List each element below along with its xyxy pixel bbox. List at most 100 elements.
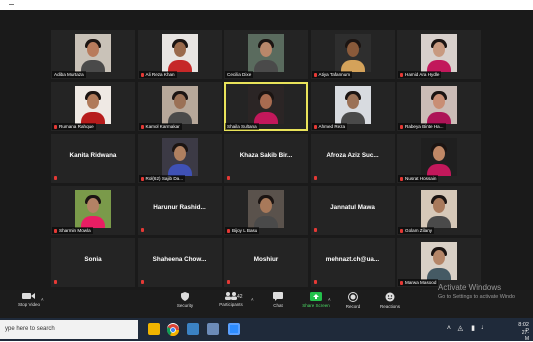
participant-name-caption: Ahmed Reza (311, 123, 348, 130)
participant-name: Kanita Ridwana (69, 152, 117, 159)
participant-name: Cecilia Dixe (227, 72, 252, 77)
participant-tile[interactable]: mehnazt.ch@ua... (310, 238, 395, 287)
chat-button[interactable]: Chat (268, 292, 288, 308)
taskbar-search-box[interactable]: ype here to search (0, 320, 138, 339)
muted-mic-icon (140, 228, 144, 232)
security-label: Security (176, 303, 194, 308)
participant-tile[interactable]: Ahmed Reza (310, 82, 395, 131)
participant-tile[interactable]: Harunur Rashid... (137, 186, 222, 235)
participant-tile[interactable]: Shaheena Chow... (137, 238, 222, 287)
participant-tile[interactable]: Nusrat Hossain (397, 134, 481, 183)
muted-mic-icon (54, 176, 57, 180)
app-icon[interactable] (207, 323, 219, 335)
participant-tile[interactable]: Kamol Karmakar (137, 82, 222, 131)
participant-tile[interactable]: Moshiur (224, 238, 308, 287)
participant-name: Marwa Masood (405, 280, 437, 285)
muted-mic-icon (227, 176, 230, 180)
muted-mic-icon (400, 228, 403, 233)
participant-video (161, 34, 198, 72)
participant-name: Jannatul Mawa (330, 204, 375, 211)
participant-face (433, 94, 445, 109)
battery-icon[interactable]: ▮ (471, 324, 475, 332)
clock-date[interactable]: 27-M (522, 330, 529, 342)
minimize-dash[interactable] (9, 4, 14, 5)
volume-icon[interactable]: ♩ (481, 324, 488, 331)
participant-tile[interactable]: Ali Reza Khan (137, 30, 222, 79)
participant-tile[interactable]: Sharmin Mowla (51, 186, 135, 235)
participant-tile[interactable]: Rumana Rahque (51, 82, 135, 131)
chat-bubble-icon (273, 292, 283, 301)
participant-tile[interactable]: Afroza Aziz Suc... (310, 134, 395, 183)
participant-tile[interactable]: Jannatul Mawa (310, 186, 395, 235)
tray-chevron-icon[interactable]: ˄ (447, 325, 451, 332)
muted-mic-icon (54, 280, 57, 284)
participant-name: Shaila Sultana (227, 124, 257, 129)
participant-name: Khaza Sakib Bir... (239, 152, 293, 159)
windows-taskbar: ype here to search ˄ ◬ ▮ ♩ 8:02 P 27-M (0, 318, 533, 342)
participant-video (334, 86, 371, 124)
participant-video (75, 86, 111, 124)
reactions-button[interactable]: Reactions (375, 292, 405, 309)
participant-tile[interactable]: Bijoy L Basu (224, 186, 308, 235)
participant-tile[interactable]: Kanita Ridwana (51, 134, 135, 183)
security-button[interactable]: Security (172, 292, 198, 308)
participant-tile[interactable]: Atiya Tafannum (310, 30, 395, 79)
participant-face (260, 94, 272, 109)
participant-name: Ahmed Reza (318, 124, 346, 129)
participant-tile[interactable]: Rol(62) Sajib Da... (137, 134, 222, 183)
participant-tile[interactable]: Marwa Masood (397, 238, 481, 287)
participant-tile[interactable]: Rabeya Binte Ha... (397, 82, 481, 131)
participant-tile[interactable]: Sonia (51, 238, 135, 287)
participant-tile[interactable]: Adiba Murtaza (51, 30, 135, 79)
participant-name-caption: Marwa Masood (398, 279, 439, 286)
participants-chevron[interactable]: ˄ (251, 297, 254, 302)
participant-name-caption: Kamol Karmakar (138, 123, 182, 130)
chat-label: Chat (273, 303, 283, 308)
participant-name-caption: Sharmin Mowla (52, 227, 93, 234)
shield-icon (181, 292, 189, 301)
participant-name: Bijoy L Basu (232, 228, 258, 233)
smiley-add-icon (385, 292, 395, 302)
chrome-icon[interactable] (166, 323, 179, 337)
participant-video (248, 190, 284, 228)
muted-mic-icon (313, 72, 317, 77)
participant-video (421, 138, 457, 176)
muted-mic-icon (227, 228, 230, 233)
record-button[interactable]: Record (342, 292, 364, 309)
participant-name: Sharmin Mowla (59, 228, 91, 233)
video-options-chevron[interactable]: ˄ (41, 297, 44, 302)
participant-face (173, 146, 186, 161)
stop-video-button[interactable]: Stop Video (14, 292, 44, 307)
participants-count: 42 (237, 294, 243, 300)
muted-mic-icon (140, 124, 144, 129)
muted-mic-icon (227, 280, 230, 284)
share-screen-chevron[interactable]: ˄ (328, 297, 331, 302)
activate-windows-subtitle: Go to Settings to activate Windo (438, 294, 516, 300)
zoom-taskbar-icon[interactable] (228, 323, 240, 335)
record-label: Record (345, 304, 361, 309)
chrome-logo-icon (166, 324, 179, 337)
participant-tile[interactable]: Golam Zilany (397, 186, 481, 235)
file-explorer-icon[interactable] (148, 323, 160, 335)
network-icon[interactable]: ◬ (458, 324, 463, 332)
muted-mic-icon (140, 72, 144, 77)
record-icon (348, 292, 358, 302)
participant-name-caption: Rabeya Binte Ha... (398, 123, 446, 130)
participant-video (75, 190, 111, 228)
participant-name: Rabeya Binte Ha... (405, 124, 444, 129)
participant-name: Rol(62) Sajib Da... (145, 176, 184, 181)
participant-name: Nusrat Hossain (405, 176, 437, 181)
participant-name-caption: Shaila Sultana (225, 123, 259, 130)
participant-gallery: Adiba Murtaza Ali Reza Khan Cecilia Dixe At… (51, 30, 482, 287)
participant-tile[interactable]: Cecilia Dixe (224, 30, 308, 79)
participant-tile[interactable]: Hamid Ara Hydle (397, 30, 481, 79)
participant-video (75, 34, 111, 72)
muted-mic-icon (400, 124, 403, 129)
chevron-up-icon: ˄ (41, 297, 44, 302)
store-icon[interactable] (187, 323, 199, 335)
participant-video (421, 242, 457, 280)
participant-tile[interactable]: Shaila Sultana (224, 82, 308, 131)
muted-mic-icon (313, 280, 317, 284)
participant-name: Ali Reza Khan (145, 72, 175, 77)
participant-tile[interactable]: Khaza Sakib Bir... (224, 134, 308, 183)
